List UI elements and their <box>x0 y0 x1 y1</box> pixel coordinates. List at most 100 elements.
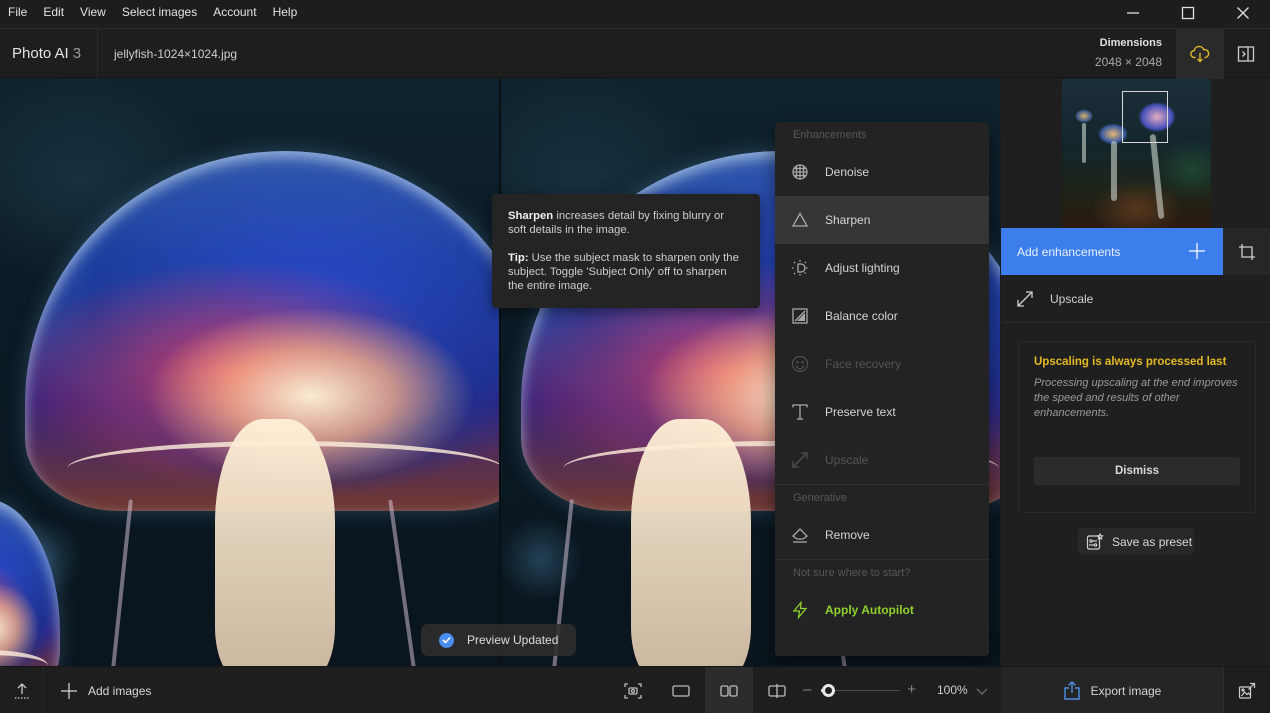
open-in-external-button[interactable] <box>1223 667 1270 713</box>
zoom-dropdown-button[interactable] <box>976 684 988 702</box>
add-images-button[interactable]: Add images <box>60 667 151 713</box>
crop-button[interactable] <box>1223 228 1270 275</box>
menu-item-preserve-text[interactable]: Preserve text <box>775 388 989 436</box>
crop-icon <box>1238 243 1255 260</box>
menu-item-apply-autopilot[interactable]: Apply Autopilot <box>775 586 989 634</box>
menu-item-face-recovery[interactable]: Face recovery <box>775 340 989 388</box>
cloud-download-icon <box>1190 45 1210 63</box>
zoom-slider[interactable]: – + <box>803 667 918 713</box>
sharpen-tooltip: Sharpen increases detail by fixing blurr… <box>492 194 760 308</box>
cloud-sync-button[interactable] <box>1176 29 1224 79</box>
save-as-preset-label: Save as preset <box>1112 534 1193 549</box>
menu-view[interactable]: View <box>72 0 114 26</box>
zoom-percent: 100% <box>937 683 968 697</box>
menu-item-label: Balance color <box>825 309 898 323</box>
original-image-pane[interactable] <box>0 79 499 666</box>
menu-item-denoise[interactable]: Denoise <box>775 148 989 196</box>
menu-item-label: Upscale <box>825 453 869 467</box>
view-split-button[interactable] <box>753 667 801 713</box>
menu-help[interactable]: Help <box>265 0 306 26</box>
app-title: Photo AI 3 <box>12 29 81 79</box>
app-version: 3 <box>72 45 82 62</box>
close-button[interactable] <box>1215 0 1270 26</box>
tooltip-title: Sharpen <box>508 210 554 222</box>
thumbnail-stem <box>1082 123 1086 163</box>
expand-arrows-icon <box>792 452 808 468</box>
menu-item-label: Preserve text <box>825 405 896 419</box>
lightning-icon <box>792 601 808 619</box>
minimize-icon <box>1126 12 1139 14</box>
thumbnail-stem <box>1111 141 1117 201</box>
view-side-by-side-button[interactable] <box>705 667 753 713</box>
upload-icon <box>14 682 29 699</box>
jellyfish-stem <box>215 419 335 666</box>
upload-button[interactable] <box>0 667 44 713</box>
toggle-panel-icon <box>1237 46 1255 62</box>
preview-updated-toast: Preview Updated <box>421 624 576 656</box>
close-icon <box>1236 7 1249 19</box>
maximize-button[interactable] <box>1160 0 1215 26</box>
preset-icon <box>1086 532 1104 550</box>
menu-item-label: Face recovery <box>825 357 902 371</box>
maximize-icon <box>1181 6 1194 20</box>
navigator-viewport-box[interactable] <box>1122 91 1168 143</box>
split-view-icon <box>768 683 786 698</box>
save-as-preset-button[interactable]: Save as preset <box>1078 528 1194 555</box>
triangle-icon <box>791 212 809 227</box>
text-t-icon <box>792 404 808 420</box>
tentacle <box>388 499 416 666</box>
add-images-label: Add images <box>88 683 152 698</box>
dismiss-button[interactable]: Dismiss <box>1034 457 1240 485</box>
menu-item-label: Adjust lighting <box>825 261 900 275</box>
upscale-enhancement-row[interactable]: Upscale <box>1001 275 1270 323</box>
upscale-label: Upscale <box>1050 291 1094 306</box>
header-bar: Photo AI 3 jellyfish-1024×1024.jpg Dimens… <box>0 28 1270 79</box>
navigator-thumbnail[interactable] <box>1062 79 1211 228</box>
menu-item-balance-color[interactable]: Balance color <box>775 292 989 340</box>
add-enhancements-button[interactable]: Add enhancements <box>1001 228 1223 275</box>
image-external-icon <box>1238 682 1256 699</box>
plus-icon <box>1189 243 1205 259</box>
menu-item-upscale[interactable]: Upscale <box>775 436 989 484</box>
view-snapshot-button[interactable] <box>609 667 657 713</box>
window-controls <box>1105 0 1270 26</box>
dimensions-info: Dimensions 2048 × 2048 <box>1095 37 1162 69</box>
menu-bar: File Edit View Select images Account Hel… <box>0 0 1270 26</box>
add-enhancements-label: Add enhancements <box>1017 244 1121 259</box>
jellyfish-bell-small <box>0 499 60 666</box>
camera-frame-icon <box>624 682 642 699</box>
enhancements-dropdown: Enhancements Denoise Sharpen Adjust ligh… <box>775 122 989 656</box>
menu-edit[interactable]: Edit <box>35 0 72 26</box>
app-name: Photo AI <box>12 45 69 62</box>
zoom-slider-knob[interactable] <box>822 684 836 697</box>
export-image-label: Export image <box>1090 683 1162 698</box>
notice-title: Upscaling is always processed last <box>1034 356 1227 368</box>
notice-body: Processing upscaling at the end improves… <box>1034 377 1238 419</box>
menu-select-images[interactable]: Select images <box>114 0 205 26</box>
single-view-icon <box>672 684 690 697</box>
menu-item-sharpen[interactable]: Sharpen <box>775 196 989 244</box>
toast-message: Preview Updated <box>467 633 559 647</box>
dimensions-value: 2048 × 2048 <box>1094 55 1162 69</box>
eraser-icon <box>792 528 808 543</box>
chevron-down-icon <box>976 688 988 695</box>
menu-account[interactable]: Account <box>205 0 264 26</box>
bottom-toolbar: Add images – + 100% Export image <box>0 666 1270 713</box>
expand-arrows-icon <box>1017 290 1033 307</box>
zoom-in-icon[interactable]: + <box>907 681 916 698</box>
view-single-button[interactable] <box>657 667 705 713</box>
smiley-icon <box>791 355 809 373</box>
tooltip-tip-text: Use the subject mask to sharpen only the… <box>508 252 739 292</box>
toggle-panel-button[interactable] <box>1222 29 1270 79</box>
menu-file[interactable]: File <box>0 0 35 26</box>
menu-item-label: Apply Autopilot <box>825 603 914 617</box>
balance-color-icon <box>792 308 808 324</box>
zoom-out-icon[interactable]: – <box>803 681 811 698</box>
section-generative-title: Generative <box>793 492 847 504</box>
globe-grid-icon <box>792 164 808 180</box>
menu-item-adjust-lighting[interactable]: Adjust lighting <box>775 244 989 292</box>
jellyfish-stem <box>631 419 751 666</box>
export-image-button[interactable]: Export image <box>1001 667 1223 713</box>
menu-item-remove[interactable]: Remove <box>775 511 989 559</box>
minimize-button[interactable] <box>1105 0 1160 26</box>
